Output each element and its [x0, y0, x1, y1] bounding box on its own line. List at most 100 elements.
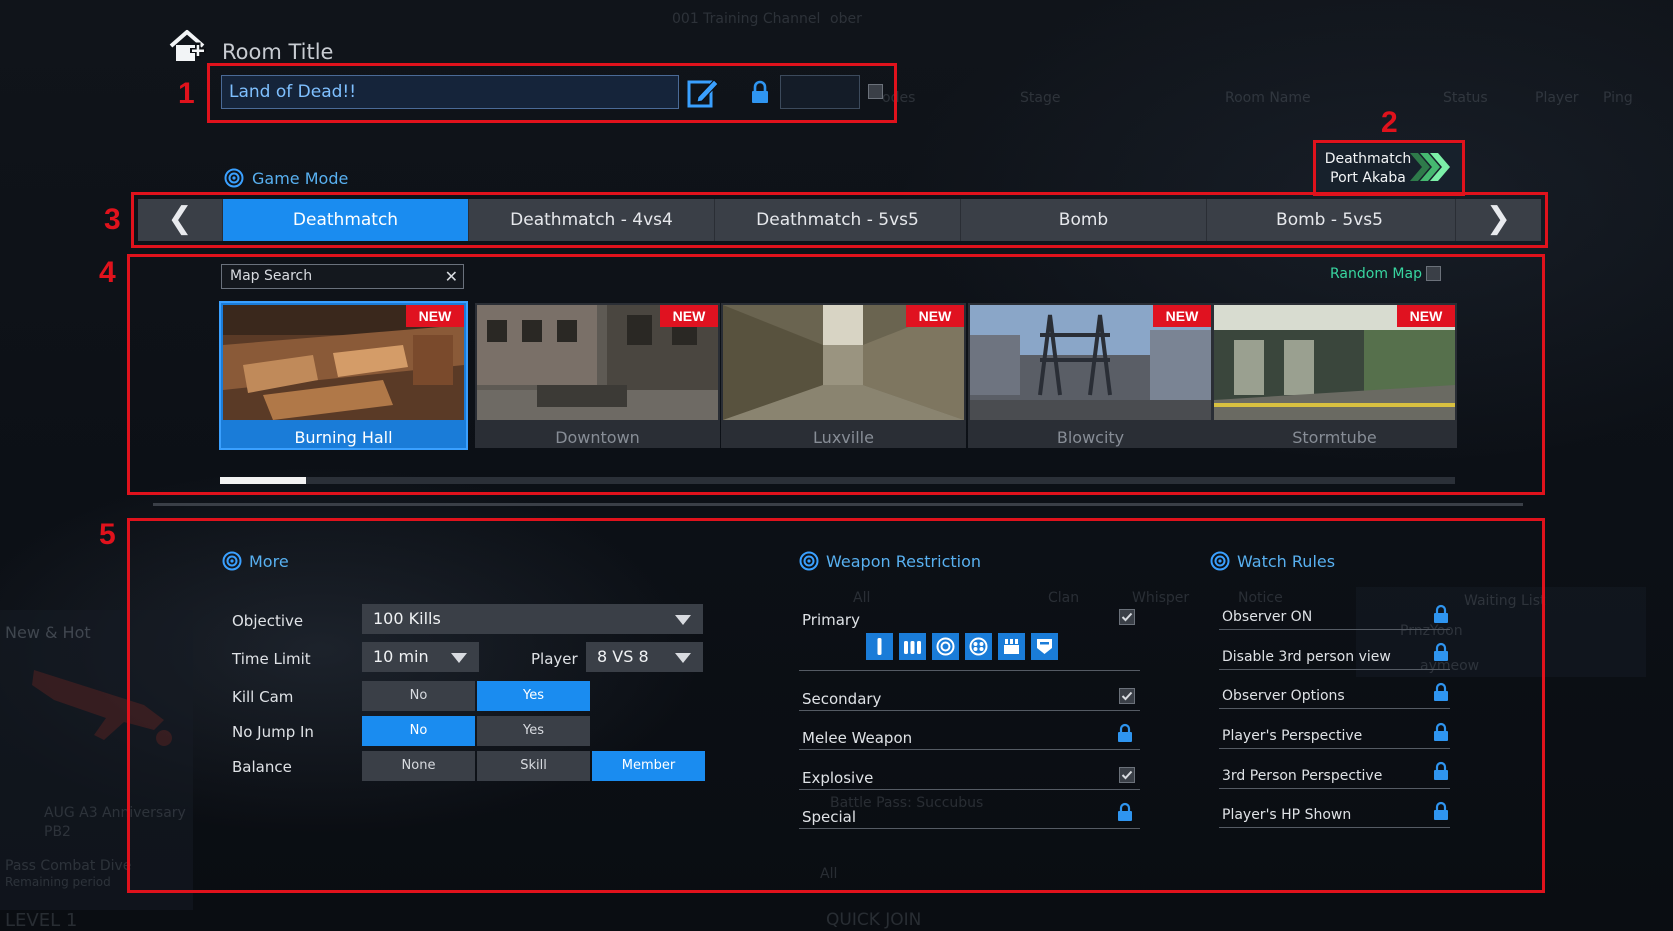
recommended-mode-line1: Deathmatch — [1324, 151, 1412, 167]
kill-cam-label: Kill Cam — [232, 688, 294, 706]
tab-deathmatch-5vs5[interactable]: Deathmatch - 5vs5 — [714, 199, 960, 241]
observer-options-lock-icon[interactable] — [1432, 682, 1450, 702]
balance-label: Balance — [232, 758, 292, 776]
player-label: Player — [531, 650, 578, 668]
kill-cam-yes-button[interactable]: Yes — [477, 681, 590, 711]
map-card-blowcity[interactable]: NEW Blowcity — [968, 303, 1213, 448]
bg-quick-join: QUICK JOIN — [826, 910, 922, 930]
chevrons-right-icon — [1410, 153, 1450, 181]
game-mode-target-icon — [224, 168, 244, 188]
row-divider — [1219, 788, 1450, 789]
map-name-burning-hall: Burning Hall — [294, 428, 393, 447]
more-label: More — [249, 552, 289, 571]
annotation-number-1: 1 — [178, 77, 195, 110]
chevron-down-icon — [451, 653, 467, 663]
map-card-downtown[interactable]: NEW Downtown — [475, 303, 720, 448]
recommended-mode-button[interactable]: Deathmatch Port Akaba — [1316, 144, 1462, 190]
map-search-placeholder: Map Search — [230, 268, 313, 284]
row-divider — [799, 710, 1140, 711]
tab-deathmatch[interactable]: Deathmatch — [222, 199, 468, 241]
bg-pass-text: Pass Combat Dive — [5, 858, 132, 874]
explosive-checkbox[interactable] — [1119, 767, 1135, 783]
balance-skill-button[interactable]: Skill — [477, 751, 590, 781]
weapon-restriction-target-icon — [799, 551, 819, 571]
kill-cam-no-button[interactable]: No — [362, 681, 475, 711]
home-icon[interactable] — [168, 28, 208, 64]
observer-options-label: Observer Options — [1222, 688, 1345, 704]
smg-icon[interactable] — [899, 633, 926, 660]
third-person-perspective-label: 3rd Person Perspective — [1222, 768, 1383, 784]
map-scrollbar-thumb[interactable] — [220, 477, 307, 484]
map-card-stormtube[interactable]: NEW Stormtube — [1212, 303, 1457, 448]
map-scrollbar[interactable] — [220, 477, 1455, 484]
third-person-perspective-lock-icon[interactable] — [1432, 761, 1450, 781]
secondary-checkbox[interactable] — [1119, 688, 1135, 704]
bg-col-ping: Ping — [1603, 90, 1633, 106]
player-count-dropdown[interactable]: 8 VS 8 — [586, 642, 703, 672]
new-badge: NEW — [1397, 305, 1455, 327]
assault-rifle-icon[interactable] — [866, 633, 893, 660]
disable-3rd-person-lock-icon[interactable] — [1432, 642, 1450, 662]
row-divider — [1219, 629, 1450, 630]
balance-member-button[interactable]: Member — [592, 751, 705, 781]
tab-bomb-5vs5[interactable]: Bomb - 5vs5 — [1206, 199, 1452, 241]
bg-new-hot: New & Hot — [5, 623, 91, 642]
bg-pass-sub: Remaining period — [5, 875, 111, 889]
chevron-down-icon — [675, 653, 691, 663]
players-perspective-label: Player's Perspective — [1222, 728, 1363, 744]
objective-value: 100 Kills — [373, 609, 441, 628]
recommended-map-line2: Port Akaba — [1330, 170, 1406, 186]
time-limit-label: Time Limit — [232, 650, 311, 668]
mode-prev-arrow[interactable]: ❮ — [138, 199, 222, 241]
bg-col-stage: Stage — [1020, 90, 1061, 106]
annotation-number-4: 4 — [99, 256, 116, 289]
players-hp-shown-lock-icon[interactable] — [1432, 801, 1450, 821]
map-card-burning-hall[interactable]: NEW Burning Hall — [219, 301, 468, 450]
new-badge: NEW — [1153, 305, 1211, 327]
tab-deathmatch-4vs4[interactable]: Deathmatch - 4vs4 — [468, 199, 714, 241]
observer-on-lock-icon[interactable] — [1432, 604, 1450, 624]
map-card-luxville[interactable]: NEW Luxville — [721, 303, 966, 448]
game-mode-tab-bar: ❮ Deathmatch Deathmatch - 4vs4 Deathmatc… — [138, 199, 1541, 241]
shield-icon[interactable] — [1031, 633, 1058, 660]
special-lock-icon[interactable] — [1116, 802, 1134, 822]
random-map-checkbox[interactable] — [1426, 266, 1441, 281]
sniper-icon[interactable] — [932, 633, 959, 660]
annotation-number-5: 5 — [99, 518, 116, 551]
bg-col-player: Player — [1535, 90, 1579, 106]
annotation-number-3: 3 — [104, 203, 121, 236]
primary-checkbox[interactable] — [1119, 609, 1135, 625]
no-jump-in-no-button[interactable]: No — [362, 716, 475, 746]
bg-col-room-name: Room Name — [1225, 90, 1311, 106]
checkmark-icon — [1121, 691, 1133, 701]
bg-channel-suffix: ober — [830, 11, 862, 27]
row-divider — [799, 789, 1140, 790]
bg-level: LEVEL 1 — [5, 910, 78, 931]
machine-gun-icon[interactable] — [998, 633, 1025, 660]
objective-label: Objective — [232, 612, 304, 630]
no-jump-in-yes-button[interactable]: Yes — [477, 716, 590, 746]
melee-lock-icon[interactable] — [1116, 723, 1134, 743]
row-divider — [799, 749, 1140, 750]
players-hp-shown-label: Player's HP Shown — [1222, 807, 1352, 823]
mode-next-arrow[interactable]: ❯ — [1455, 199, 1541, 241]
explosive-weapon-label: Explosive — [802, 769, 874, 787]
balance-none-button[interactable]: None — [362, 751, 475, 781]
clear-search-icon[interactable]: ✕ — [445, 265, 458, 288]
players-perspective-lock-icon[interactable] — [1432, 722, 1450, 742]
more-target-icon — [222, 551, 242, 571]
melee-weapon-label: Melee Weapon — [802, 729, 913, 747]
weapon-restriction-label: Weapon Restriction — [826, 552, 982, 571]
time-limit-dropdown[interactable]: 10 min — [362, 642, 479, 672]
shotgun-icon[interactable] — [965, 633, 992, 660]
row-divider — [1219, 827, 1450, 828]
objective-dropdown[interactable]: 100 Kills — [362, 604, 703, 634]
annotation-box-1 — [207, 63, 897, 123]
recommended-mode-text: Deathmatch Port Akaba — [1324, 150, 1412, 188]
checkmark-icon — [1121, 770, 1133, 780]
special-weapon-label: Special — [802, 808, 857, 826]
tab-bomb[interactable]: Bomb — [960, 199, 1206, 241]
new-badge: NEW — [660, 305, 718, 327]
game-mode-label: Game Mode — [252, 169, 349, 188]
map-search-input[interactable]: Map Search ✕ — [221, 264, 464, 289]
